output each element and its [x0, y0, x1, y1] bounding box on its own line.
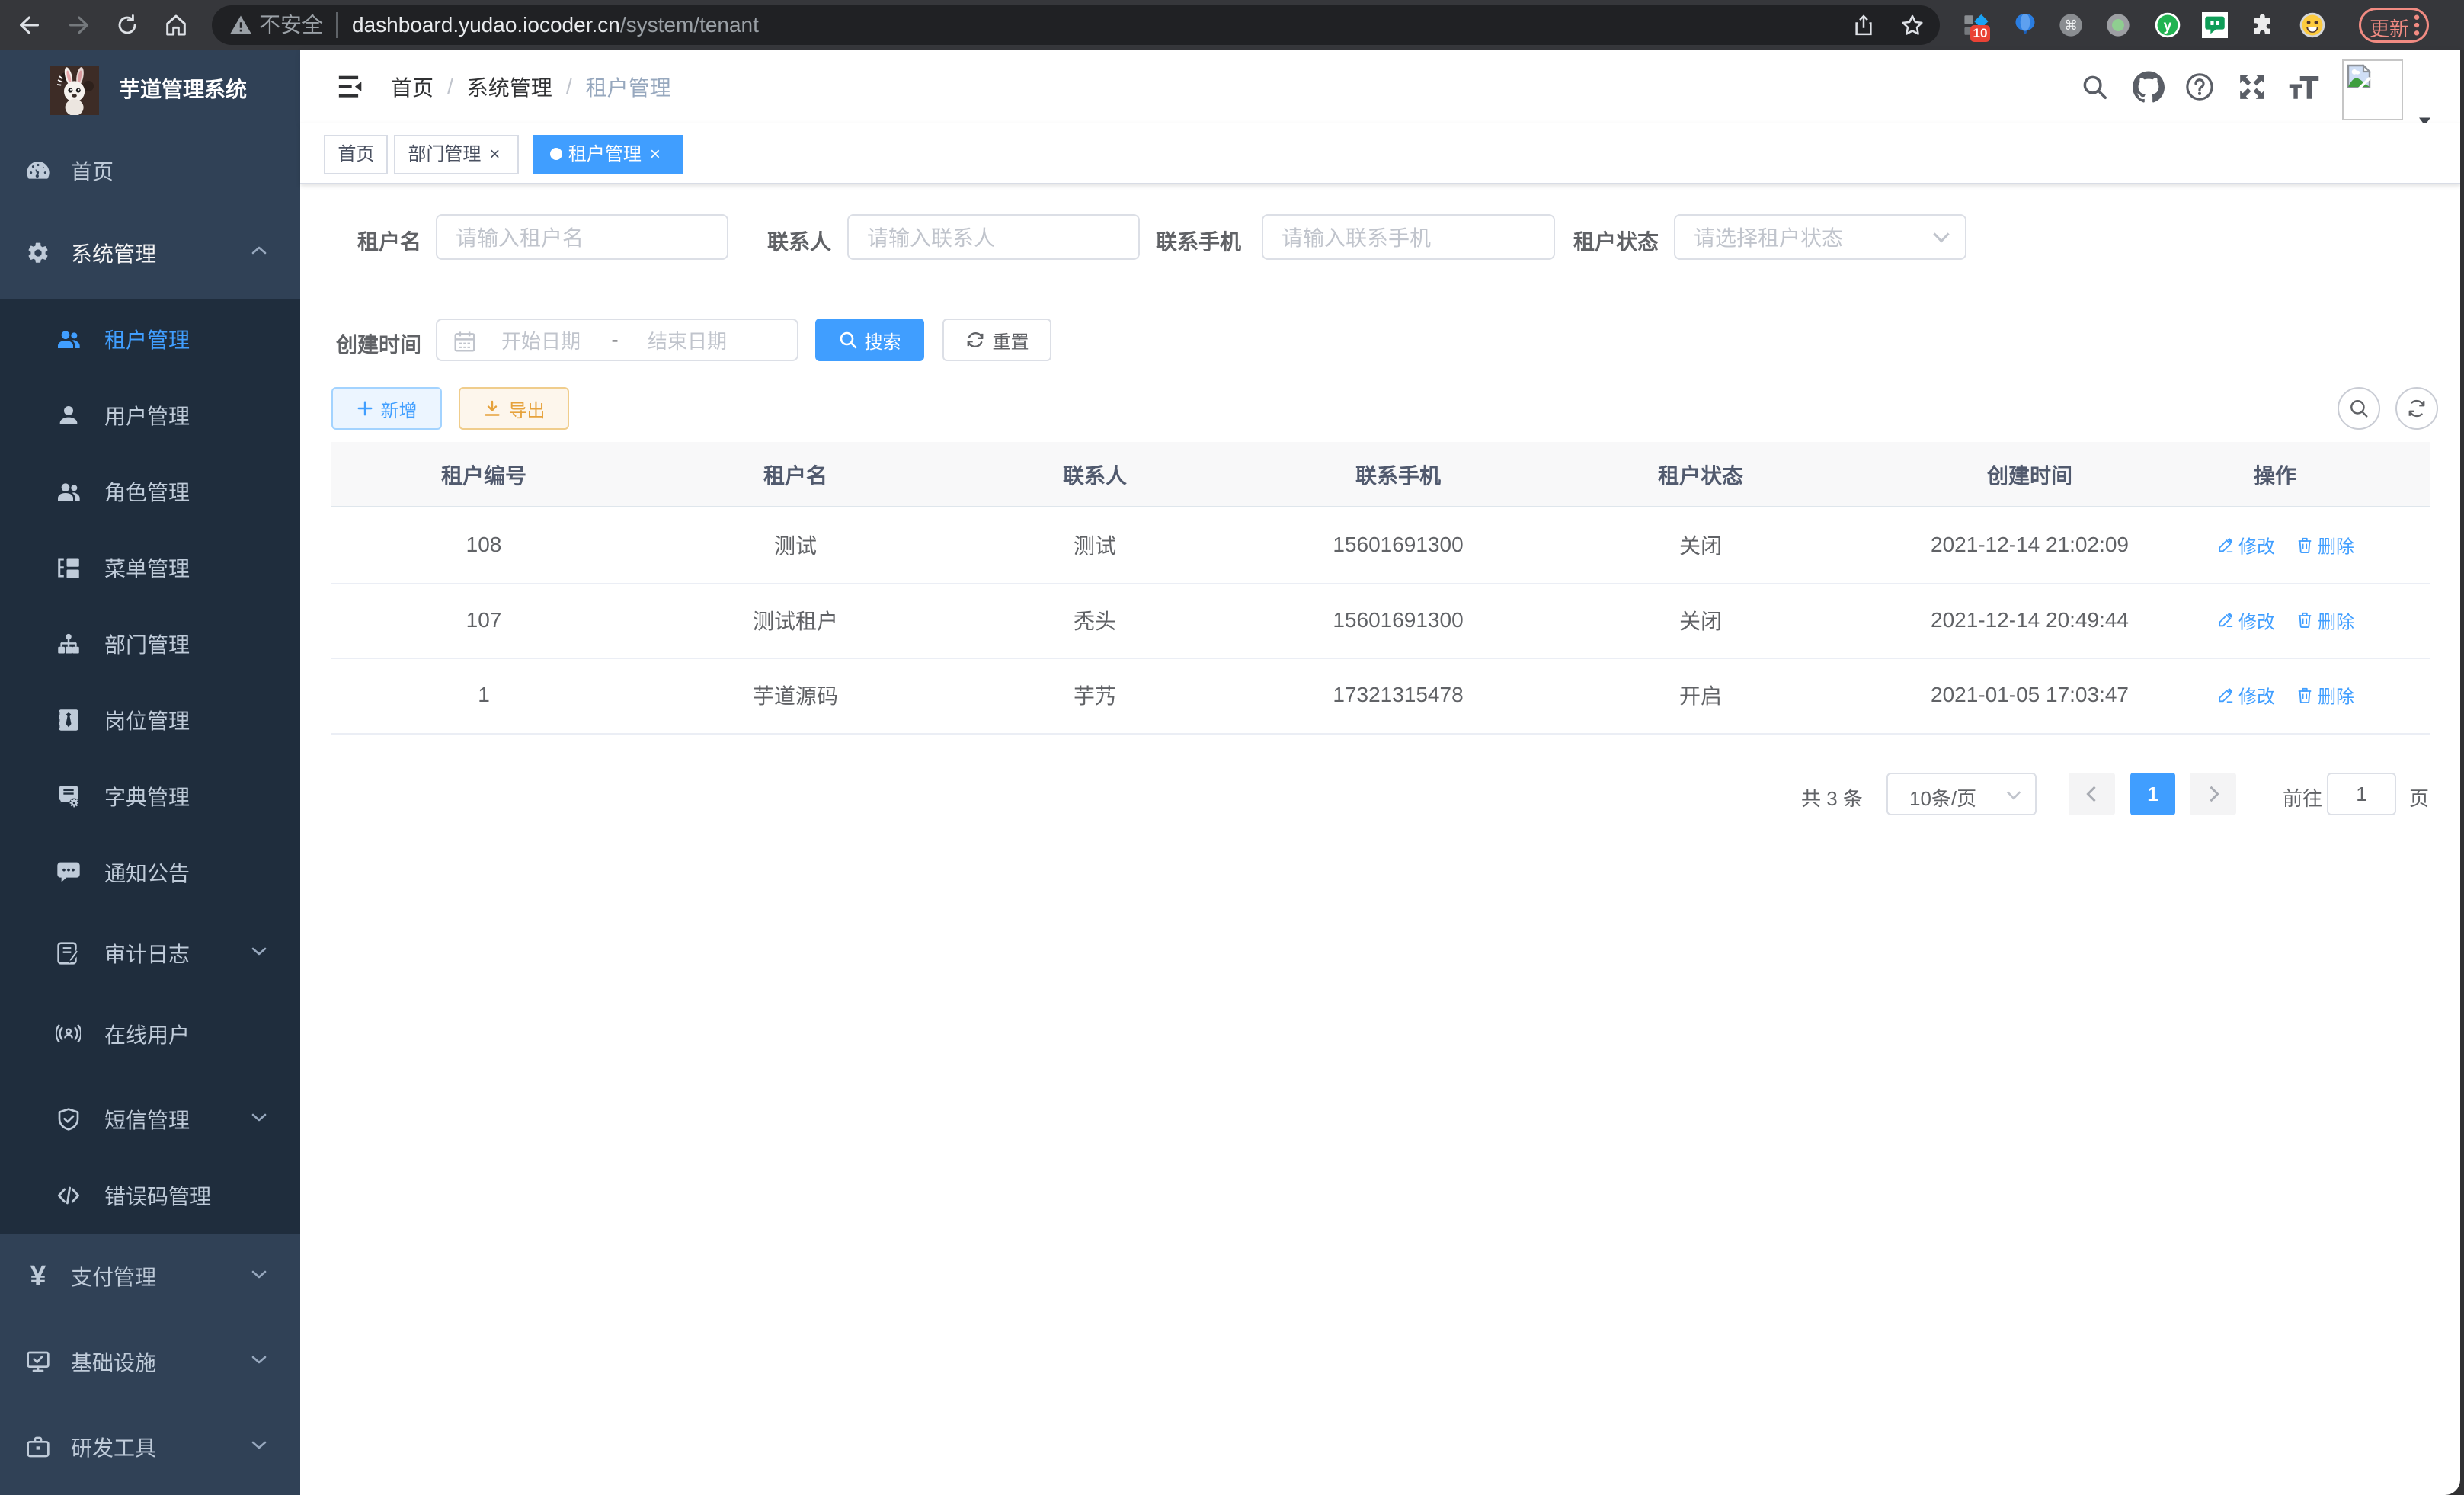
svg-text:⌘: ⌘: [2064, 18, 2077, 33]
svg-text:y: y: [2164, 18, 2172, 34]
